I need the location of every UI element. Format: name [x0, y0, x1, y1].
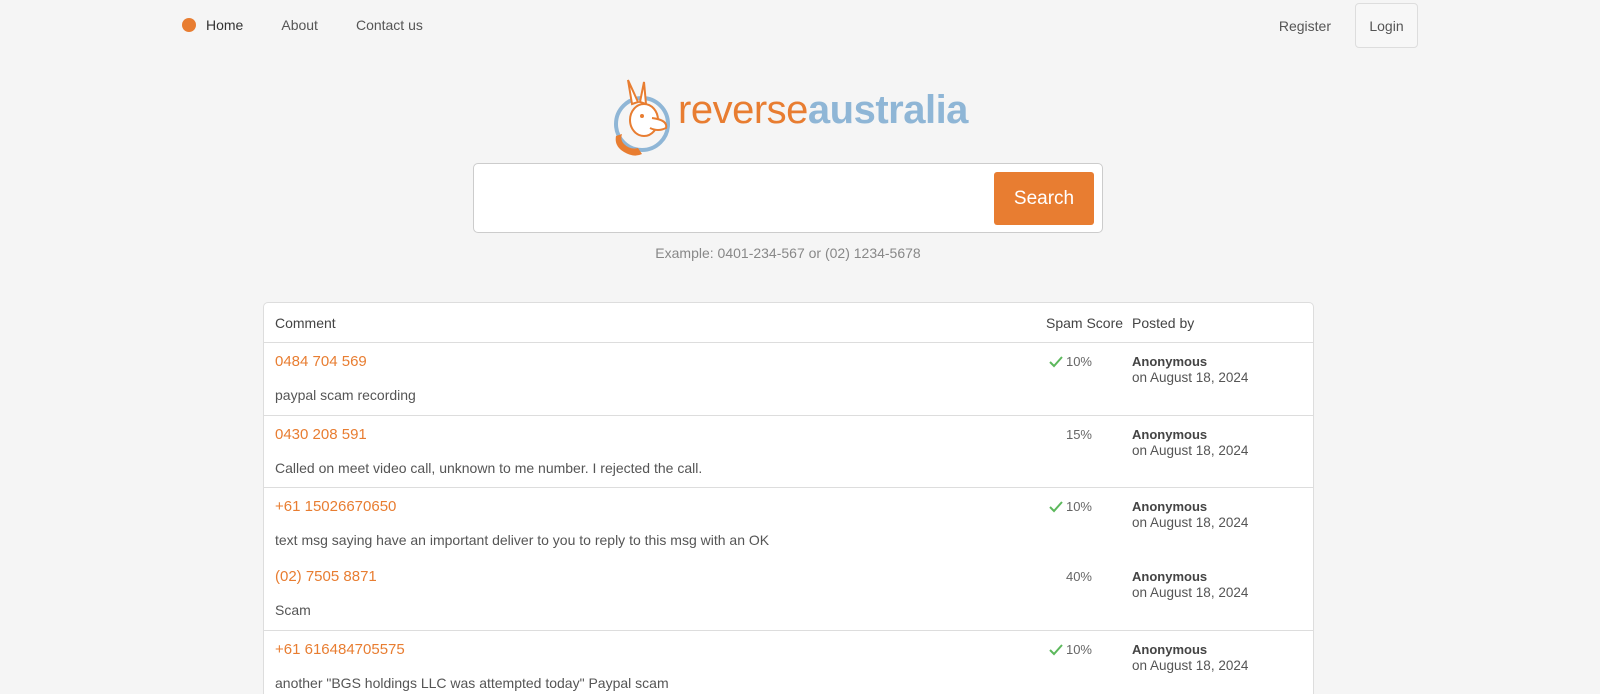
spam-score: 10% — [1046, 499, 1092, 514]
logo-wordmark: reverseaustralia — [678, 90, 968, 130]
spam-score: 40% — [1046, 569, 1092, 584]
header-posted-by: Posted by — [1132, 315, 1195, 331]
spam-score-value: 10% — [1065, 499, 1092, 514]
comment-text: Scam — [275, 602, 311, 618]
posted-by: Anonymous on August 18, 2024 — [1132, 354, 1248, 386]
home-dot-icon — [182, 18, 196, 32]
check-icon — [1049, 355, 1063, 369]
nav-about-link[interactable]: About — [281, 17, 318, 33]
poster-name: Anonymous — [1132, 499, 1208, 514]
nav-contact-link[interactable]: Contact us — [356, 17, 423, 33]
site-logo[interactable]: reverseaustralia — [612, 74, 968, 160]
post-date: on August 18, 2024 — [1132, 515, 1249, 530]
phone-number-link[interactable]: 0430 208 591 — [275, 426, 367, 443]
phone-number-link[interactable]: +61 15026670650 — [275, 498, 396, 515]
phone-number-link[interactable]: 0484 704 569 — [275, 353, 367, 370]
logo-part2: australia — [807, 88, 969, 132]
check-icon — [1049, 500, 1063, 514]
table-row: +61 15026670650 text msg saying have an … — [264, 487, 1313, 558]
table-row: +61 616484705575 another "BGS holdings L… — [264, 630, 1313, 694]
spam-score-value: 10% — [1065, 642, 1092, 657]
comments-table: Comment Spam Score Posted by 0484 704 56… — [263, 302, 1314, 694]
spam-score-value: 10% — [1065, 354, 1092, 369]
comment-text: another "BGS holdings LLC was attempted … — [275, 675, 669, 691]
spam-score-value: 40% — [1065, 569, 1092, 584]
table-header: Comment Spam Score Posted by — [264, 303, 1313, 343]
auth-nav: Register Login — [1279, 3, 1418, 48]
poster-name: Anonymous — [1132, 642, 1208, 657]
table-row: 0430 208 591 Called on meet video call, … — [264, 415, 1313, 487]
header-comment: Comment — [275, 315, 336, 331]
comment-text: Called on meet video call, unknown to me… — [275, 460, 703, 476]
post-date: on August 18, 2024 — [1132, 585, 1249, 600]
post-date: on August 18, 2024 — [1132, 443, 1249, 458]
logo-part1: reverse — [678, 88, 808, 132]
spam-score: 10% — [1046, 642, 1092, 657]
post-date: on August 18, 2024 — [1132, 658, 1249, 673]
register-link[interactable]: Register — [1279, 18, 1331, 34]
header-spam-score: Spam Score — [1046, 315, 1124, 331]
poster-name: Anonymous — [1132, 427, 1208, 442]
phone-number-link[interactable]: +61 616484705575 — [275, 641, 405, 658]
posted-by: Anonymous on August 18, 2024 — [1132, 642, 1248, 674]
post-date: on August 18, 2024 — [1132, 370, 1249, 385]
search-button[interactable]: Search — [994, 172, 1094, 225]
nav-home-link[interactable]: Home — [206, 17, 243, 33]
spam-score: 15% — [1046, 427, 1092, 442]
comment-text: paypal scam recording — [275, 387, 416, 403]
table-row: 0484 704 569 paypal scam recording 10% A… — [264, 343, 1313, 415]
search-example-hint: Example: 0401-234-567 or (02) 1234-5678 — [655, 245, 921, 261]
table-row: (02) 7505 8871 Scam 40% Anonymous on Augu… — [264, 558, 1313, 630]
comment-text: text msg saying have an important delive… — [275, 532, 770, 548]
phone-number-link[interactable]: (02) 7505 8871 — [275, 568, 377, 585]
search-input[interactable] — [482, 172, 982, 224]
posted-by: Anonymous on August 18, 2024 — [1132, 427, 1248, 459]
poster-name: Anonymous — [1132, 569, 1208, 584]
check-icon — [1049, 643, 1063, 657]
search-form: Search — [473, 163, 1103, 233]
kangaroo-phone-logo-icon — [614, 79, 670, 156]
posted-by: Anonymous on August 18, 2024 — [1132, 569, 1248, 601]
poster-name: Anonymous — [1132, 354, 1208, 369]
spam-score: 10% — [1046, 354, 1092, 369]
main-nav: Home About Contact us — [182, 14, 461, 36]
posted-by: Anonymous on August 18, 2024 — [1132, 499, 1248, 531]
login-button[interactable]: Login — [1355, 3, 1418, 48]
spam-score-value: 15% — [1065, 427, 1092, 442]
